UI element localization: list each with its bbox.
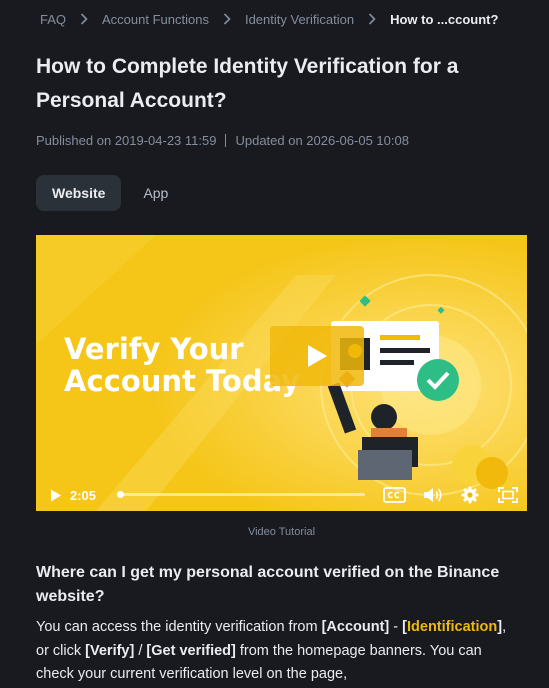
captions-button[interactable] xyxy=(383,487,406,503)
closed-captions-icon xyxy=(383,487,406,503)
play-icon xyxy=(51,489,61,501)
video-progress-handle[interactable] xyxy=(117,491,124,498)
video-headline-line-2: Account Today xyxy=(64,364,301,398)
breadcrumb-identity-verification-link[interactable]: Identity Verification xyxy=(245,12,354,27)
platform-tabs: Website App xyxy=(36,175,184,211)
breadcrumb-faq-link[interactable]: FAQ xyxy=(40,12,66,27)
settings-button[interactable] xyxy=(461,486,479,504)
settings-icon xyxy=(461,486,479,504)
verify-label: [Verify] xyxy=(85,642,135,659)
chevron-right-icon xyxy=(223,13,231,25)
identification-link[interactable]: Identification xyxy=(407,619,497,635)
volume-icon xyxy=(424,488,442,502)
get-verified-label: [Get verified] xyxy=(146,642,236,659)
tab-app[interactable]: App xyxy=(127,175,184,211)
breadcrumb-account-functions-link[interactable]: Account Functions xyxy=(102,12,209,27)
video-caption: Video Tutorial xyxy=(247,526,316,538)
meta-divider xyxy=(225,134,227,147)
section-heading: Where can I get my personal account veri… xyxy=(36,564,500,605)
chevron-right-icon xyxy=(368,13,376,25)
play-icon xyxy=(308,345,327,367)
breadcrumb-current: How to ...ccount? xyxy=(390,11,499,27)
video-time: 2:05 xyxy=(70,487,97,503)
updated-date: Updated on 2026-06-05 10:08 xyxy=(235,133,409,148)
video-headline: Verify Your Account Today xyxy=(64,333,300,397)
page-title: How to Complete Identity Verification fo… xyxy=(36,55,459,112)
section-paragraph: You can access the identity verification… xyxy=(36,616,516,687)
published-date: Published on 2019-04-23 11:59 xyxy=(36,133,217,148)
article-meta: Published on 2019-04-23 11:59 Updated on… xyxy=(36,133,409,148)
tab-website[interactable]: Website xyxy=(36,175,122,211)
fullscreen-icon xyxy=(498,487,518,503)
account-label: [Account] xyxy=(321,619,390,635)
breadcrumb: FAQ Account Functions Identity Verificat… xyxy=(40,10,498,28)
video-player[interactable]: Verify Your Account Today 2:05 xyxy=(36,235,527,511)
control-play-button[interactable] xyxy=(50,489,62,502)
para-text-1: You can access the identity verification… xyxy=(36,619,322,635)
play-button[interactable] xyxy=(270,326,364,386)
para-text-2: - xyxy=(389,619,403,635)
video-progress-bar[interactable] xyxy=(117,491,365,498)
chevron-right-icon xyxy=(80,13,88,25)
video-controls: 2:05 xyxy=(36,479,527,511)
para-text-4: / xyxy=(134,642,147,659)
fullscreen-button[interactable] xyxy=(498,487,518,503)
volume-button[interactable] xyxy=(423,487,443,503)
video-headline-line-1: Verify Your xyxy=(64,332,244,366)
